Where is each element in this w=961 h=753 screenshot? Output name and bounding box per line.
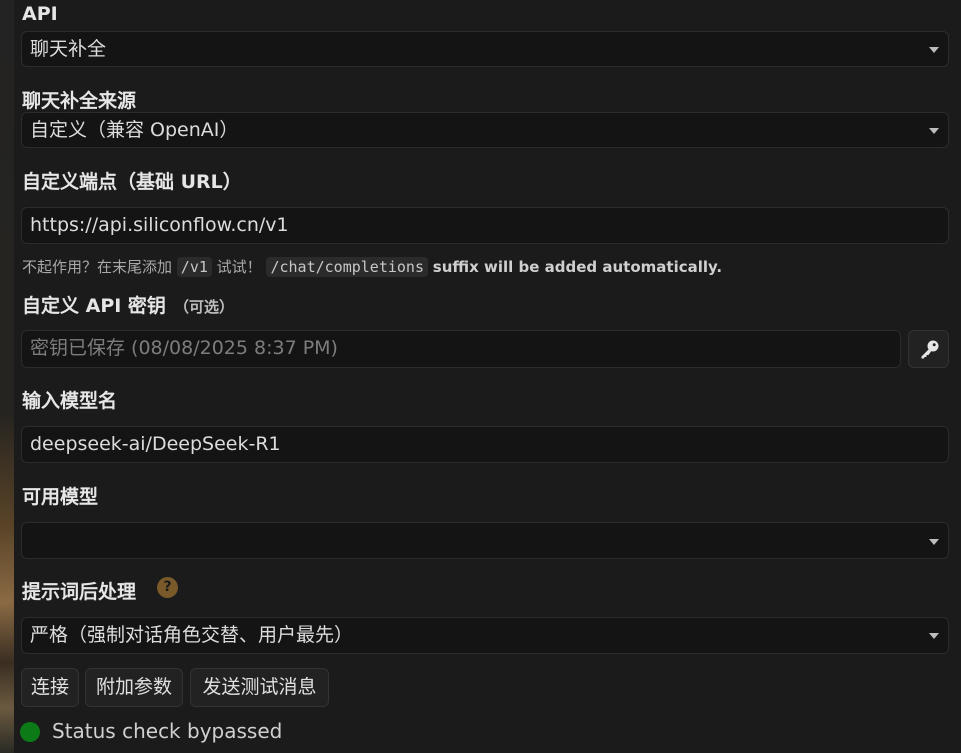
hint-prefix: 不起作用？在末尾添加 (22, 258, 173, 276)
source-label: 聊天补全来源 (22, 90, 137, 112)
endpoint-hint: 不起作用？在末尾添加 /v1 试试！ /chat/completions suf… (22, 256, 722, 277)
source-select-value: 自定义（兼容 OpenAI） (30, 119, 239, 141)
hint-suffix: suffix will be added automatically. (432, 258, 723, 276)
status-text: Status check bypassed (52, 719, 283, 743)
source-select[interactable]: 自定义（兼容 OpenAI） (21, 112, 949, 148)
model-name-value: deepseek-ai/DeepSeek-R1 (30, 433, 281, 455)
hint-code-v1: /v1 (176, 257, 212, 277)
api-key-placeholder: 密钥已保存 (08/08/2025 8:37 PM) (30, 337, 338, 359)
api-select-value: 聊天补全 (30, 38, 107, 60)
available-models-select[interactable] (21, 522, 949, 559)
available-models-label: 可用模型 (22, 486, 99, 508)
chevron-down-icon (929, 539, 939, 545)
model-name-label: 输入模型名 (22, 390, 118, 412)
endpoint-label: 自定义端点（基础 URL） (22, 171, 242, 193)
hint-code-completions: /chat/completions (266, 257, 428, 277)
chevron-down-icon (929, 633, 939, 639)
hint-mid: 试试！ (216, 258, 262, 276)
api-key-input[interactable]: 密钥已保存 (08/08/2025 8:37 PM) (21, 330, 901, 368)
api-key-optional: （可选） (173, 298, 234, 316)
chevron-down-icon (929, 128, 939, 134)
model-name-input[interactable]: deepseek-ai/DeepSeek-R1 (21, 426, 949, 463)
api-key-label: 自定义 API 密钥 （可选） (22, 291, 234, 318)
key-icon (921, 340, 939, 359)
prompt-processing-label: 提示词后处理 (22, 581, 137, 603)
api-label: API (22, 3, 58, 25)
prompt-processing-select[interactable]: 严格（强制对话角色交替、用户最先） (21, 617, 949, 654)
connect-button[interactable]: 连接 (21, 668, 79, 707)
key-button[interactable] (908, 330, 949, 368)
prompt-processing-value: 严格（强制对话角色交替、用户最先） (30, 624, 354, 646)
endpoint-input-value: https://api.siliconflow.cn/v1 (30, 214, 289, 236)
api-select[interactable]: 聊天补全 (21, 31, 949, 67)
send-test-button[interactable]: 发送测试消息 (190, 668, 329, 707)
help-icon[interactable]: ? (157, 577, 178, 598)
endpoint-input[interactable]: https://api.siliconflow.cn/v1 (21, 207, 949, 244)
extra-params-button[interactable]: 附加参数 (85, 668, 183, 707)
api-key-label-text: 自定义 API 密钥 (22, 295, 166, 317)
background-image-strip (0, 0, 14, 753)
status-indicator (20, 722, 40, 742)
chevron-down-icon (929, 47, 939, 53)
